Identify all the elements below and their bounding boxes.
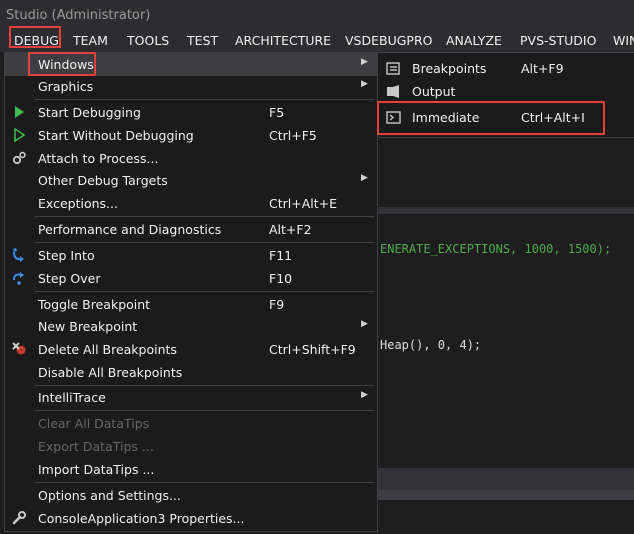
submenu-item-label: Breakpoints (412, 61, 487, 76)
play-outline-icon (11, 127, 27, 143)
title-bar: Studio (Administrator) (0, 0, 634, 30)
menu-separator (35, 291, 375, 292)
menu-item-step-over[interactable]: Step Over F10 (5, 267, 377, 290)
menu-bar: DEBUG TEAM TOOLS TEST ARCHITECTURE VSDEB… (0, 29, 634, 52)
menu-item-label: Windows (38, 57, 94, 72)
menu-separator (35, 242, 375, 243)
submenu-item-output[interactable]: Output (378, 80, 634, 103)
immediate-icon (386, 110, 401, 125)
menu-item-start-without-debugging[interactable]: Start Without Debugging Ctrl+F5 (5, 124, 377, 147)
menu-item-exceptions[interactable]: Exceptions... Ctrl+Alt+E (5, 192, 377, 215)
code-line: ENERATE_EXCEPTIONS, 1000, 1500); (380, 242, 612, 256)
menu-item-label: Start Debugging (38, 105, 141, 120)
menu-item-project-properties[interactable]: ConsoleApplication3 Properties... (5, 507, 377, 530)
menu-item-start-debugging[interactable]: Start Debugging F5 (5, 101, 377, 124)
submenu-item-breakpoints[interactable]: Breakpoints Alt+F9 (378, 57, 634, 80)
breakpoints-icon (386, 61, 401, 76)
menu-item-delete-all-breakpoints[interactable]: Delete All Breakpoints Ctrl+Shift+F9 (5, 338, 377, 361)
menu-vsdebugpro[interactable]: VSDEBUGPRO (345, 33, 432, 48)
menu-item-toggle-breakpoint[interactable]: Toggle Breakpoint F9 (5, 293, 377, 316)
menu-item-label: Disable All Breakpoints (38, 365, 183, 380)
menu-item-label: Start Without Debugging (38, 128, 194, 143)
menu-separator (35, 216, 375, 217)
submenu-item-shortcut: Ctrl+Alt+I (521, 110, 585, 125)
menu-item-import-datatips[interactable]: Import DataTips ... (5, 458, 377, 481)
menu-item-label: Graphics (38, 79, 94, 94)
menu-test[interactable]: TEST (187, 33, 218, 48)
windows-submenu: Breakpoints Alt+F9 Output Immediate Ctrl… (377, 52, 634, 138)
menu-item-shortcut: Alt+F2 (269, 222, 312, 237)
output-icon (386, 84, 401, 99)
menu-item-attach-to-process[interactable]: Attach to Process... (5, 147, 377, 170)
menu-item-windows[interactable]: Windows ▶ (5, 53, 377, 76)
window-title: Studio (Administrator) (6, 8, 151, 23)
menu-item-step-into[interactable]: Step Into F11 (5, 244, 377, 267)
menu-debug[interactable]: DEBUG (14, 33, 59, 48)
submenu-arrow-icon: ▶ (361, 173, 368, 183)
menu-separator (35, 482, 375, 483)
gears-icon (11, 150, 27, 166)
submenu-item-shortcut: Alt+F9 (521, 61, 564, 76)
menu-item-label: Delete All Breakpoints (38, 342, 177, 357)
menu-item-performance-diagnostics[interactable]: Performance and Diagnostics Alt+F2 (5, 218, 377, 241)
delete-breakpoints-icon (11, 341, 27, 357)
menu-item-intellitrace[interactable]: IntelliTrace ▶ (5, 386, 377, 409)
editor-band (378, 207, 634, 214)
menu-item-shortcut: Ctrl+F5 (269, 128, 317, 143)
menu-architecture[interactable]: ARCHITECTURE (235, 33, 331, 48)
submenu-arrow-icon: ▶ (361, 57, 368, 67)
menu-item-label: Clear All DataTips (38, 416, 150, 431)
menu-item-graphics[interactable]: Graphics ▶ (5, 75, 377, 98)
menu-item-disable-all-breakpoints[interactable]: Disable All Breakpoints (5, 361, 377, 384)
editor-band (378, 490, 634, 500)
menu-item-label: Other Debug Targets (38, 173, 168, 188)
menu-item-export-datatips: Export DataTips ... (5, 435, 377, 458)
menu-item-shortcut: F11 (269, 248, 293, 263)
menu-item-label: ConsoleApplication3 Properties... (38, 511, 245, 526)
menu-item-shortcut: Ctrl+Alt+E (269, 196, 338, 211)
play-icon (11, 104, 27, 120)
step-over-icon (11, 270, 27, 286)
menu-separator (35, 99, 375, 100)
menu-item-other-debug-targets[interactable]: Other Debug Targets ▶ (5, 169, 377, 192)
menu-window[interactable]: WIN (613, 33, 634, 48)
menu-item-label: IntelliTrace (38, 390, 106, 405)
menu-separator (35, 410, 375, 411)
submenu-arrow-icon: ▶ (361, 319, 368, 329)
menu-item-clear-all-datatips: Clear All DataTips (5, 412, 377, 435)
submenu-arrow-icon: ▶ (361, 390, 368, 400)
menu-item-label: Import DataTips ... (38, 462, 155, 477)
menu-analyze[interactable]: ANALYZE (446, 33, 502, 48)
menu-item-label: Exceptions... (38, 196, 118, 211)
menu-pvs-studio[interactable]: PVS-STUDIO (520, 33, 596, 48)
menu-item-label: Options and Settings... (38, 488, 181, 503)
menu-item-label: Attach to Process... (38, 151, 159, 166)
menu-team[interactable]: TEAM (73, 33, 108, 48)
menu-item-label: New Breakpoint (38, 319, 138, 334)
menu-item-shortcut: Ctrl+Shift+F9 (269, 342, 356, 357)
menu-item-shortcut: F10 (269, 271, 293, 286)
wrench-icon (11, 510, 27, 526)
menu-item-label: Step Over (38, 271, 101, 286)
menu-item-new-breakpoint[interactable]: New Breakpoint ▶ (5, 315, 377, 338)
step-into-icon (11, 247, 27, 263)
menu-item-options-settings[interactable]: Options and Settings... (5, 484, 377, 507)
debug-menu-dropdown: Windows ▶ Graphics ▶ Start Debugging F5 … (4, 52, 378, 532)
submenu-arrow-icon: ▶ (361, 79, 368, 89)
menu-item-label: Step Into (38, 248, 95, 263)
menu-item-shortcut: F5 (269, 105, 285, 120)
menu-item-label: Performance and Diagnostics (38, 222, 222, 237)
menu-tools[interactable]: TOOLS (127, 33, 169, 48)
menu-item-label: Export DataTips ... (38, 439, 154, 454)
menu-item-shortcut: F9 (269, 297, 285, 312)
editor-band (378, 468, 634, 490)
menu-item-label: Toggle Breakpoint (38, 297, 151, 312)
submenu-item-immediate[interactable]: Immediate Ctrl+Alt+I (378, 106, 634, 129)
code-line: Heap(), 0, 4); (380, 338, 482, 352)
submenu-item-label: Immediate (412, 110, 480, 125)
submenu-item-label: Output (412, 84, 456, 99)
